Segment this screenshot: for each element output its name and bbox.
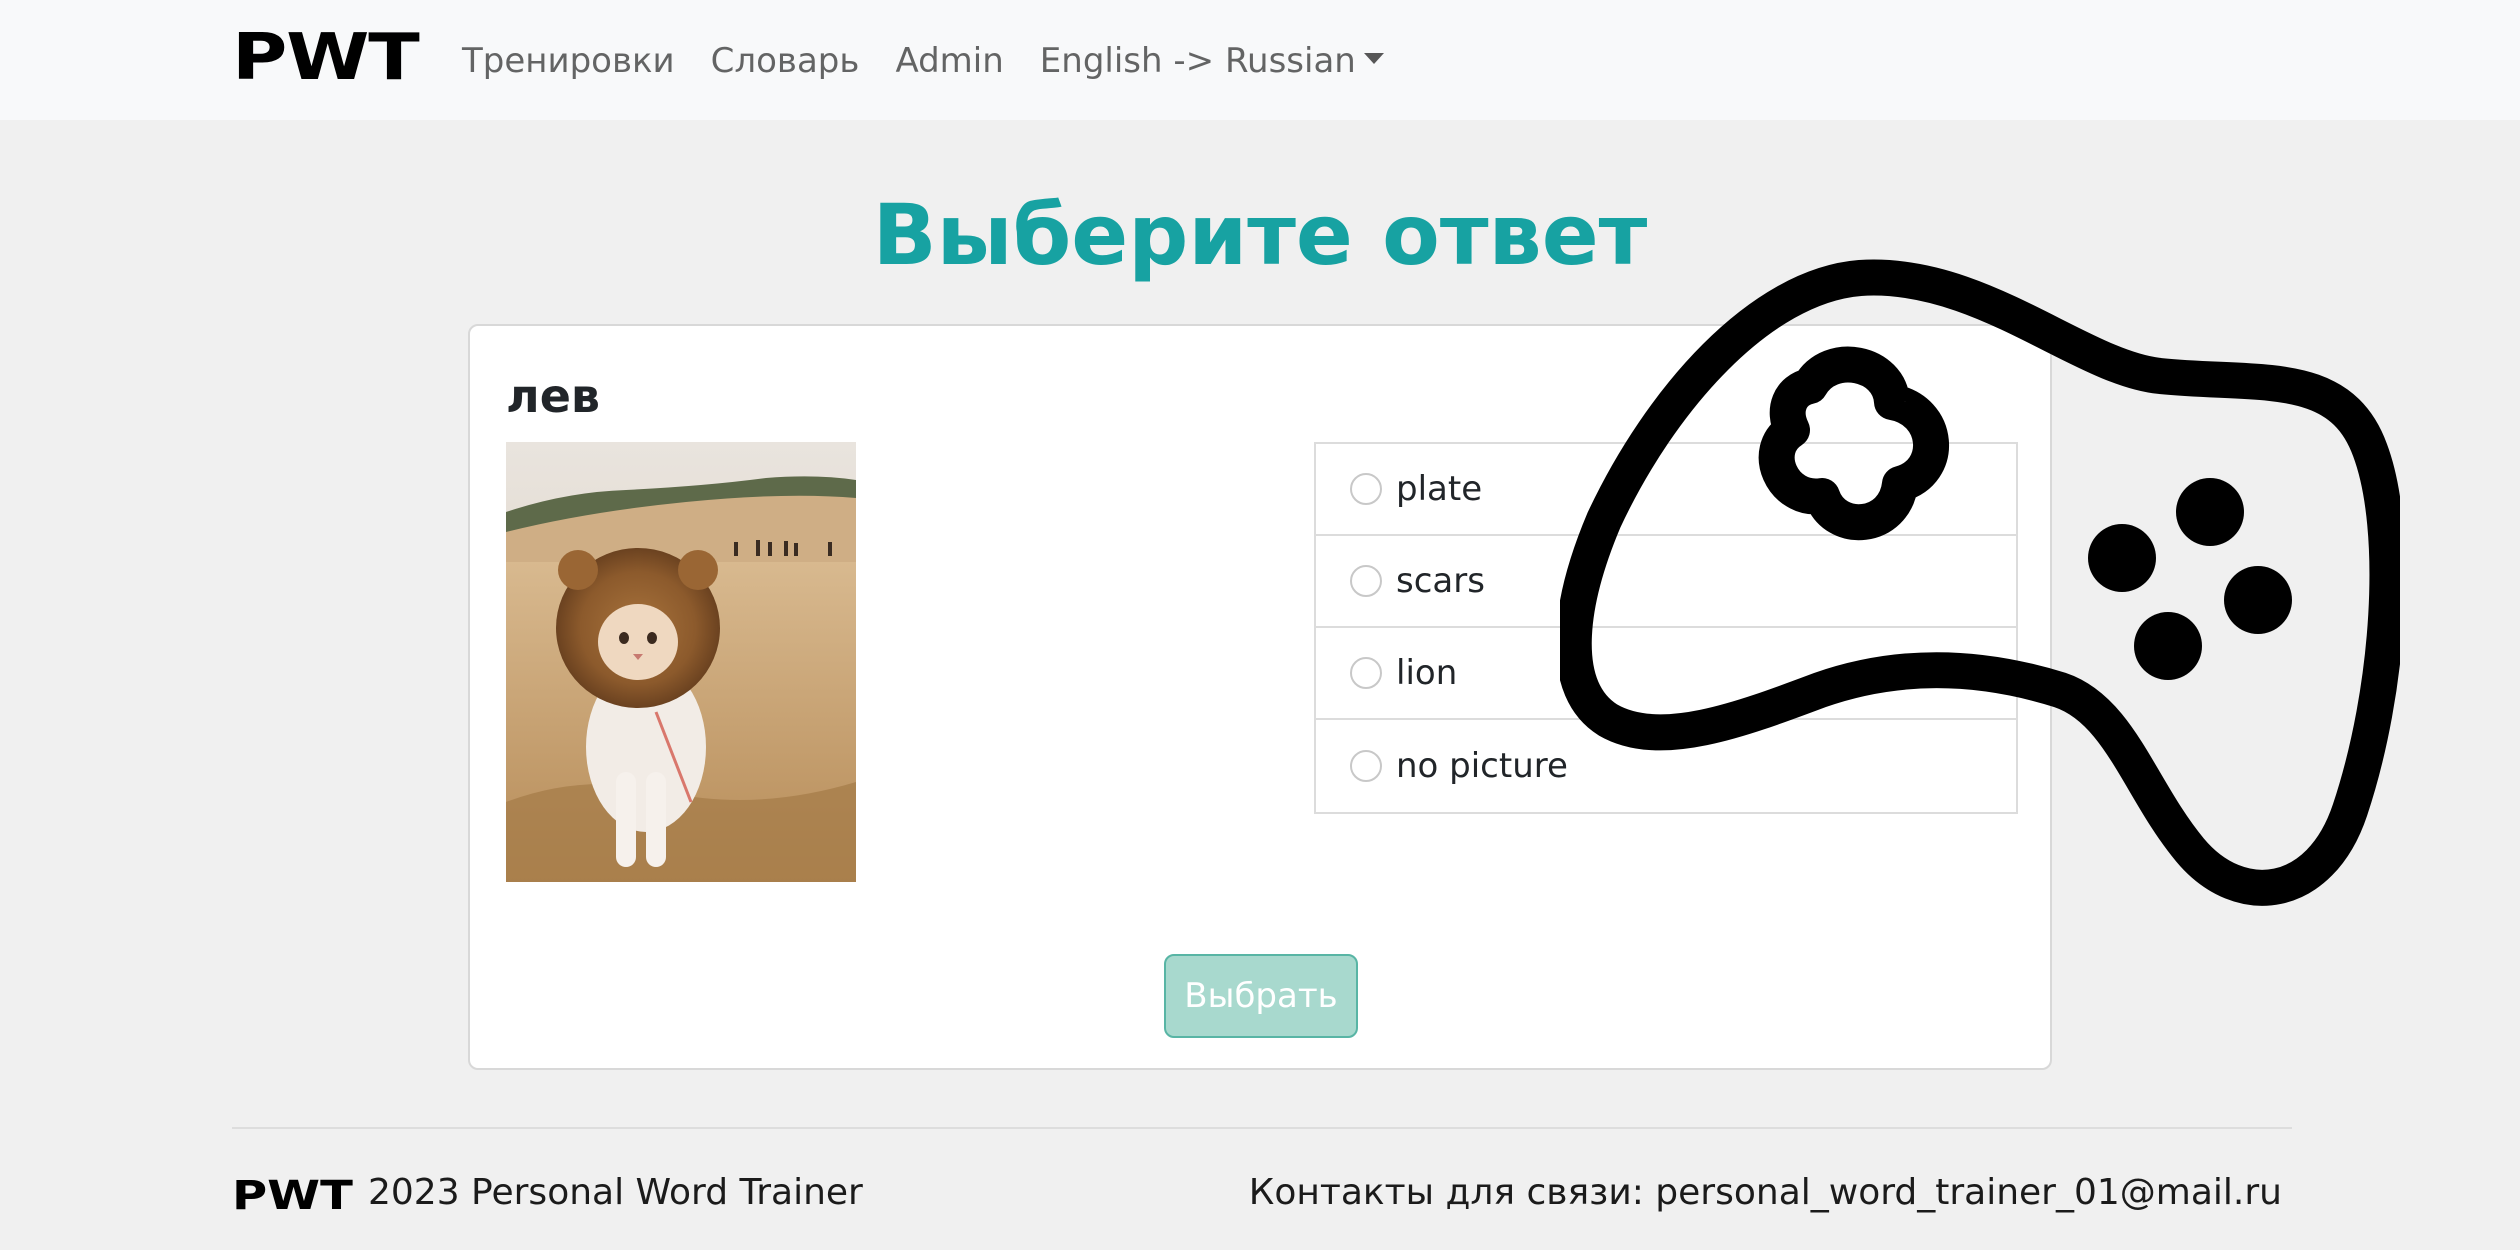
footer-brand-logo: PWT [232,1173,353,1219]
nav-links: Тренировки Словарь Admin English -> Russ… [462,36,1384,86]
word-picture [506,442,856,882]
select-answer-button[interactable]: Выбрать [1164,954,1358,1038]
language-dropdown-label: English -> Russian [1039,41,1356,81]
navbar: PWT Тренировки Словарь Admin English -> … [0,0,2520,120]
answer-option-label: scars [1396,561,1485,601]
footer-copyright: 2023 Personal Word Trainer [368,1172,863,1213]
radio-button[interactable] [1350,473,1382,505]
cat-lion-photo-icon [506,442,856,882]
question-word: лев [506,369,600,423]
footer-contacts: Контакты для связи: personal_word_traine… [1248,1172,2282,1213]
brand-logo[interactable]: PWT [232,26,420,90]
footer-divider [232,1127,2292,1129]
gamepad-icon: @ [1560,259,2400,906]
nav-link-trainings[interactable]: Тренировки [462,36,675,86]
nav-link-dictionary[interactable]: Словарь [711,36,860,86]
radio-button[interactable] [1350,657,1382,689]
nav-link-admin[interactable]: Admin [895,36,1003,86]
radio-button[interactable] [1350,565,1382,597]
radio-button[interactable] [1350,750,1382,782]
language-dropdown[interactable]: English -> Russian [1040,36,1384,86]
answer-option-label: plate [1396,469,1483,509]
answer-option-label: lion [1396,653,1458,693]
caret-down-icon [1363,53,1384,64]
answer-option-label: no picture [1396,746,1568,786]
